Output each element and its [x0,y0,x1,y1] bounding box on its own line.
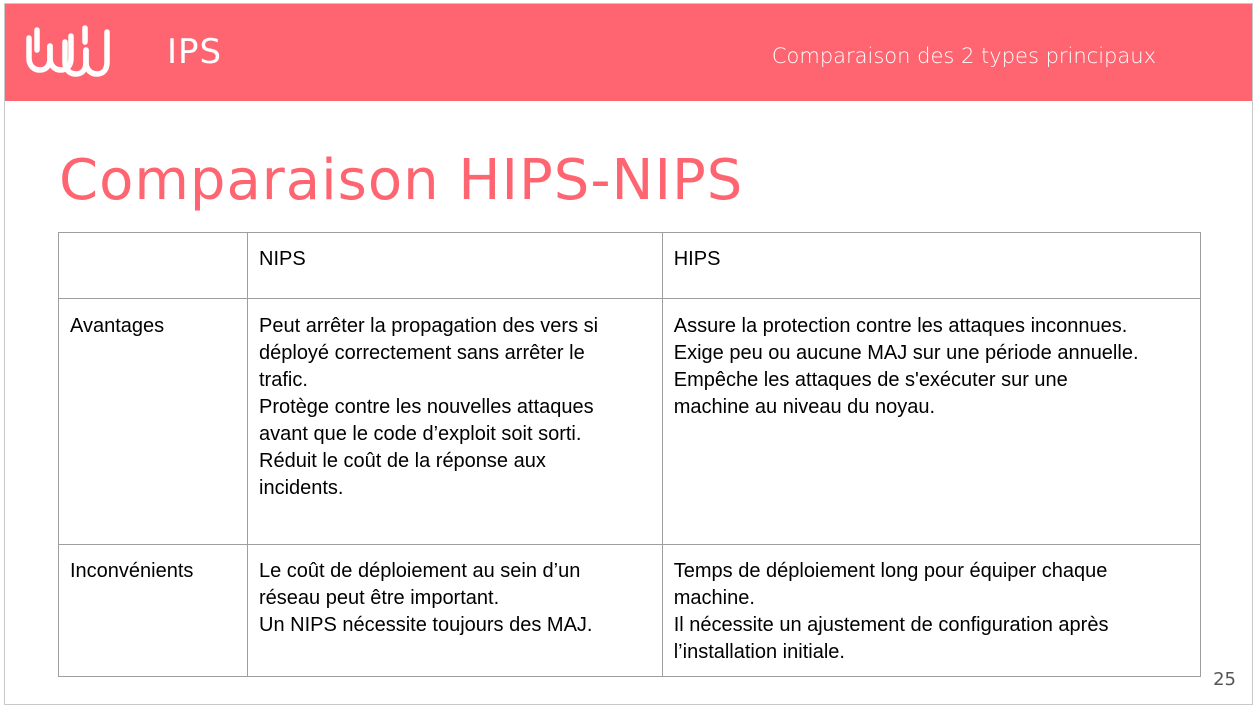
cell-avantages-hips: Assure la protection contre les attaques… [661,298,1202,545]
header-cell-nips: NIPS [247,232,663,299]
cell-text-line: Un NIPS nécessite toujours des MAJ. [259,614,593,636]
cell-text-line: Exige peu ou aucune MAJ sur une période … [673,342,1139,364]
cell-avantages-nips: Peut arrêter la propagation des vers si … [247,298,663,545]
cell-inconvenients-hips: Temps de déploiement long pour équiper c… [661,544,1202,677]
comparison-table: NIPS HIPS Avantages Peut arrêter la prop… [58,232,1202,677]
header-subtitle: Comparaison des 2 types principaux [771,44,1156,68]
table-header-row: NIPS HIPS [58,232,1202,299]
page-number: 25 [1213,669,1236,690]
table-row-avantages: Avantages Peut arrêter la propagation de… [58,298,1202,545]
cell-text-line: Temps de déploiement long pour équiper c… [673,560,1108,582]
cell-text-line: Le coût de déploiement au sein d’un [259,560,581,582]
row-label-avantages: Avantages [58,298,248,545]
cell-text-line: Réduit le coût de la réponse aux [259,450,546,472]
header-cell-hips: HIPS [661,232,1202,299]
header-cell-empty [58,232,248,299]
table-row-inconvenients: Inconvénients Le coût de déploiement au … [58,544,1202,677]
cell-text-line: Peut arrêter la propagation des vers si [259,315,599,337]
cell-text-line: trafic. [259,369,308,391]
slide: IPS Comparaison des 2 types principaux C… [4,3,1253,705]
cell-text-line: machine. [673,587,755,609]
row-label-inconvenients: Inconvénients [58,544,248,677]
cell-text-line: avant que le code d’exploit soit sorti. [259,423,582,445]
cell-text-line: Il nécessite un ajustement de configurat… [673,614,1109,636]
cell-inconvenients-nips: Le coût de déploiement au sein d’un rése… [247,544,663,677]
page-title: Comparaison HIPS-NIPS [59,148,744,213]
cell-text-line: machine au niveau du noyau. [673,396,936,418]
header-bar: IPS Comparaison des 2 types principaux [5,4,1252,101]
cell-text-line: incidents. [259,477,344,499]
cell-text-line: Assure la protection contre les attaques… [673,315,1128,337]
cell-text-line: déployé correctement sans arrêter le [259,342,585,364]
cell-text-line: Empêche les attaques de s'exécuter sur u… [673,369,1068,391]
cell-text-line: l’installation initiale. [673,641,845,663]
cell-text-line: Protège contre les nouvelles attaques [259,396,594,418]
header-title: IPS [167,32,223,72]
ww-logo-icon [26,25,110,77]
cell-text-line: réseau peut être important. [259,587,500,609]
